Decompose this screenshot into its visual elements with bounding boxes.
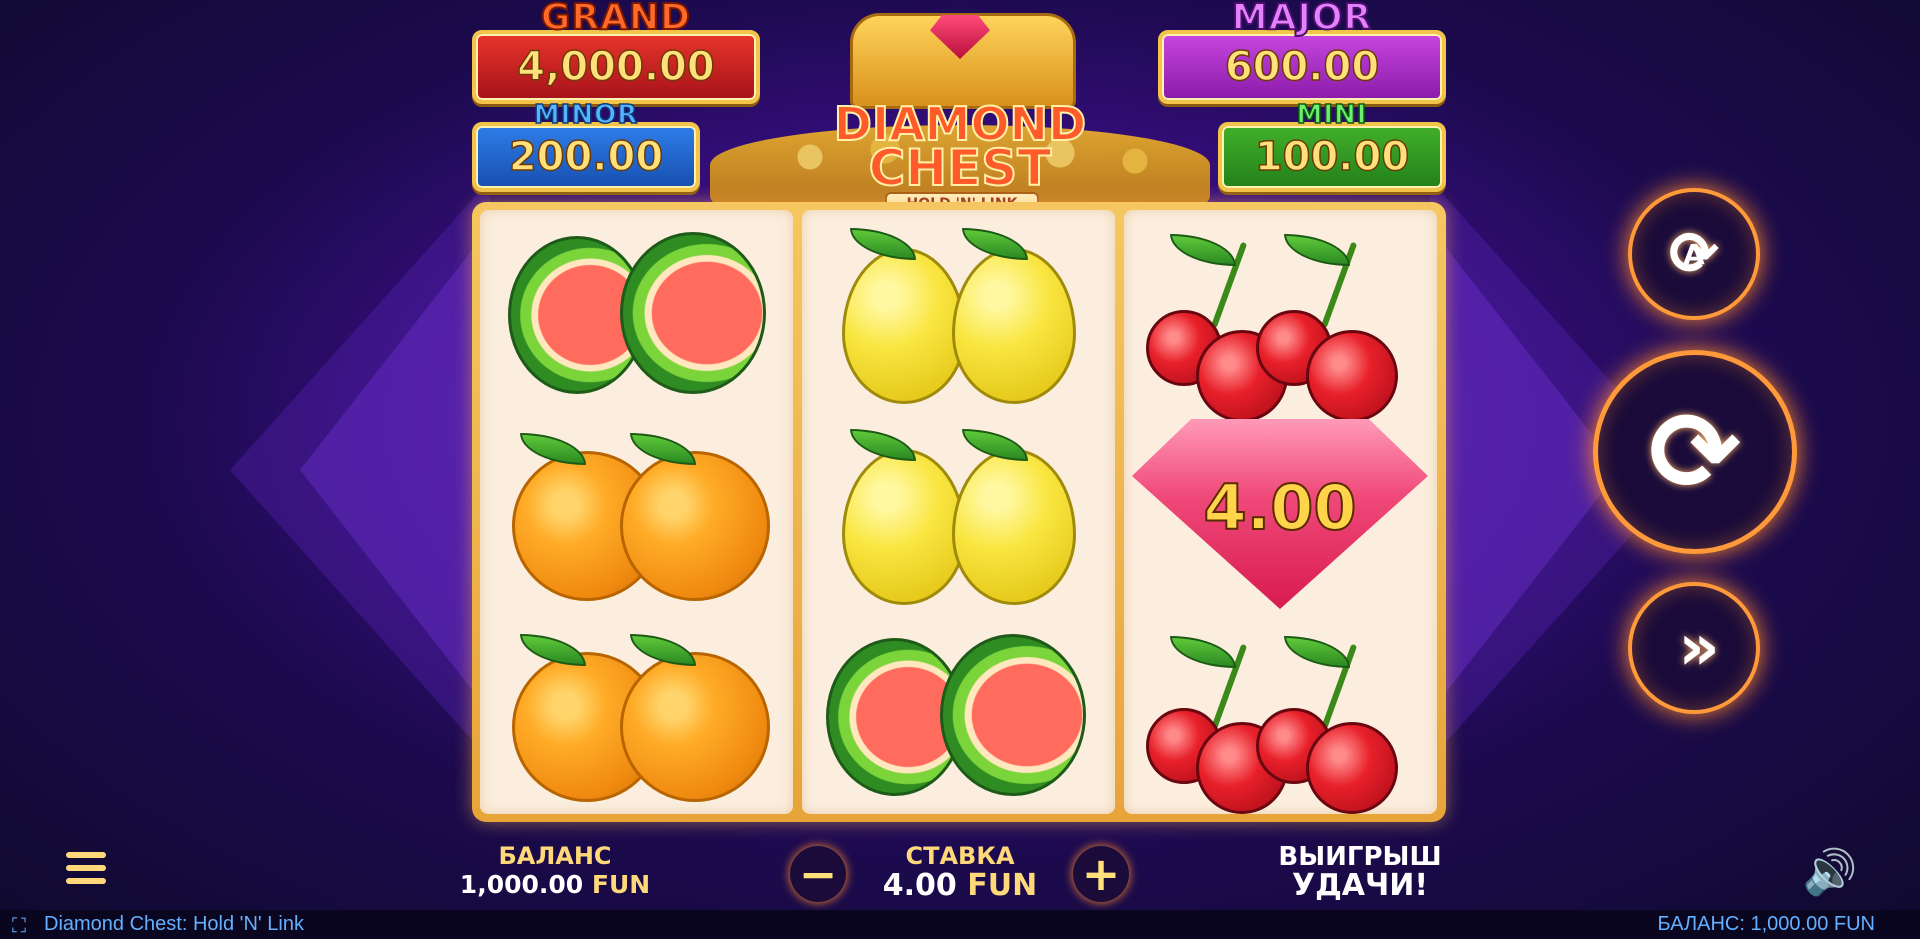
jackpot-major-title: MAJOR (1231, 0, 1373, 38)
leaf-icon (630, 634, 696, 666)
bet-decrease-button[interactable]: − (790, 846, 846, 902)
autoplay-letter: A (1683, 237, 1705, 271)
leaf-icon (1284, 234, 1350, 266)
plus-icon: + (1081, 847, 1121, 901)
cherry-icon (1306, 722, 1398, 814)
menu-button[interactable] (66, 852, 106, 892)
symbol-lemon (802, 210, 1115, 411)
lemon-icon (842, 449, 966, 605)
symbol-cherry (1124, 210, 1437, 422)
logo-line-2: CHEST (868, 138, 1053, 198)
balance-currency: FUN (591, 870, 651, 899)
speaker-icon: 🔊 (1802, 847, 1858, 898)
jackpot-minor: MINOR 200.00 (472, 100, 700, 192)
leaf-icon (962, 429, 1028, 461)
cherry-icon (1306, 330, 1398, 422)
balance-value: 1,000.00 FUN (450, 870, 660, 899)
autoplay-button[interactable]: ⟳ A (1628, 188, 1760, 320)
turbo-icon: » (1678, 611, 1719, 685)
game-name: Diamond Chest: Hold 'N' Link (44, 913, 304, 935)
symbol-cherry (1124, 612, 1437, 814)
orange-icon (620, 652, 770, 802)
win-value: УДАЧИ! (1291, 868, 1429, 903)
status-balance: БАЛАНС: 1,000.00 FUN (1657, 913, 1875, 935)
bg-chevron-left-inner (300, 240, 480, 700)
bet-value: 4.00 FUN (860, 868, 1060, 903)
spin-icon: ⟳ (1648, 388, 1742, 516)
lemon-icon (952, 449, 1076, 605)
bet-increase-button[interactable]: + (1073, 846, 1129, 902)
leaf-icon (962, 228, 1028, 260)
leaf-icon (850, 429, 916, 461)
reel-frame: 4.00 (472, 202, 1446, 822)
jackpot-mini-value: 100.00 (1218, 122, 1446, 192)
orange-icon (620, 451, 770, 601)
diamond-value: 4.00 (1203, 470, 1358, 545)
symbol-orange (480, 612, 793, 813)
turbo-button[interactable]: » (1628, 582, 1760, 714)
symbol-lemon (802, 411, 1115, 612)
spin-button[interactable]: ⟳ (1593, 350, 1797, 554)
symbol-orange (480, 411, 793, 612)
balance-label: БАЛАНС (498, 842, 612, 870)
lemon-icon (842, 248, 966, 404)
game-logo: DIAMOND CHEST HOLD 'N' LINK (700, 5, 1220, 218)
fullscreen-icon[interactable]: ⛶ (12, 913, 26, 937)
bet-currency: FUN (967, 868, 1038, 903)
sound-button[interactable]: 🔊 (1800, 846, 1860, 898)
reel-3: 4.00 (1124, 210, 1437, 814)
leaf-icon (850, 228, 916, 260)
symbol-diamond: 4.00 (1124, 411, 1437, 612)
jackpot-minor-value: 200.00 (472, 122, 700, 192)
symbol-watermelon (802, 612, 1115, 813)
symbol-watermelon (480, 210, 793, 411)
balance-amount: 1,000.00 (459, 870, 584, 899)
reel-1 (480, 210, 793, 814)
bet-label: СТАВКА (905, 842, 1015, 870)
leaf-icon (520, 433, 586, 465)
jackpot-mini: MINI 100.00 (1218, 100, 1446, 192)
leaf-icon (1170, 636, 1236, 668)
status-bar: ⛶ Diamond Chest: Hold 'N' Link БАЛАНС: 1… (0, 910, 1920, 939)
watermelon-icon (940, 634, 1086, 796)
minus-icon: − (798, 847, 838, 901)
lemon-icon (952, 248, 1076, 404)
menu-icon (66, 852, 106, 858)
leaf-icon (630, 433, 696, 465)
watermelon-icon (620, 232, 766, 394)
bg-chevron-right-inner (1440, 240, 1620, 700)
jackpot-grand-title: GRAND (540, 0, 692, 38)
jackpot-mini-title: MINI (1296, 100, 1368, 130)
reel-2 (802, 210, 1115, 814)
leaf-icon (1170, 234, 1236, 266)
bet-amount: 4.00 (882, 868, 957, 903)
jackpot-minor-title: MINOR (533, 100, 639, 130)
leaf-icon (520, 634, 586, 666)
leaf-icon (1284, 636, 1350, 668)
